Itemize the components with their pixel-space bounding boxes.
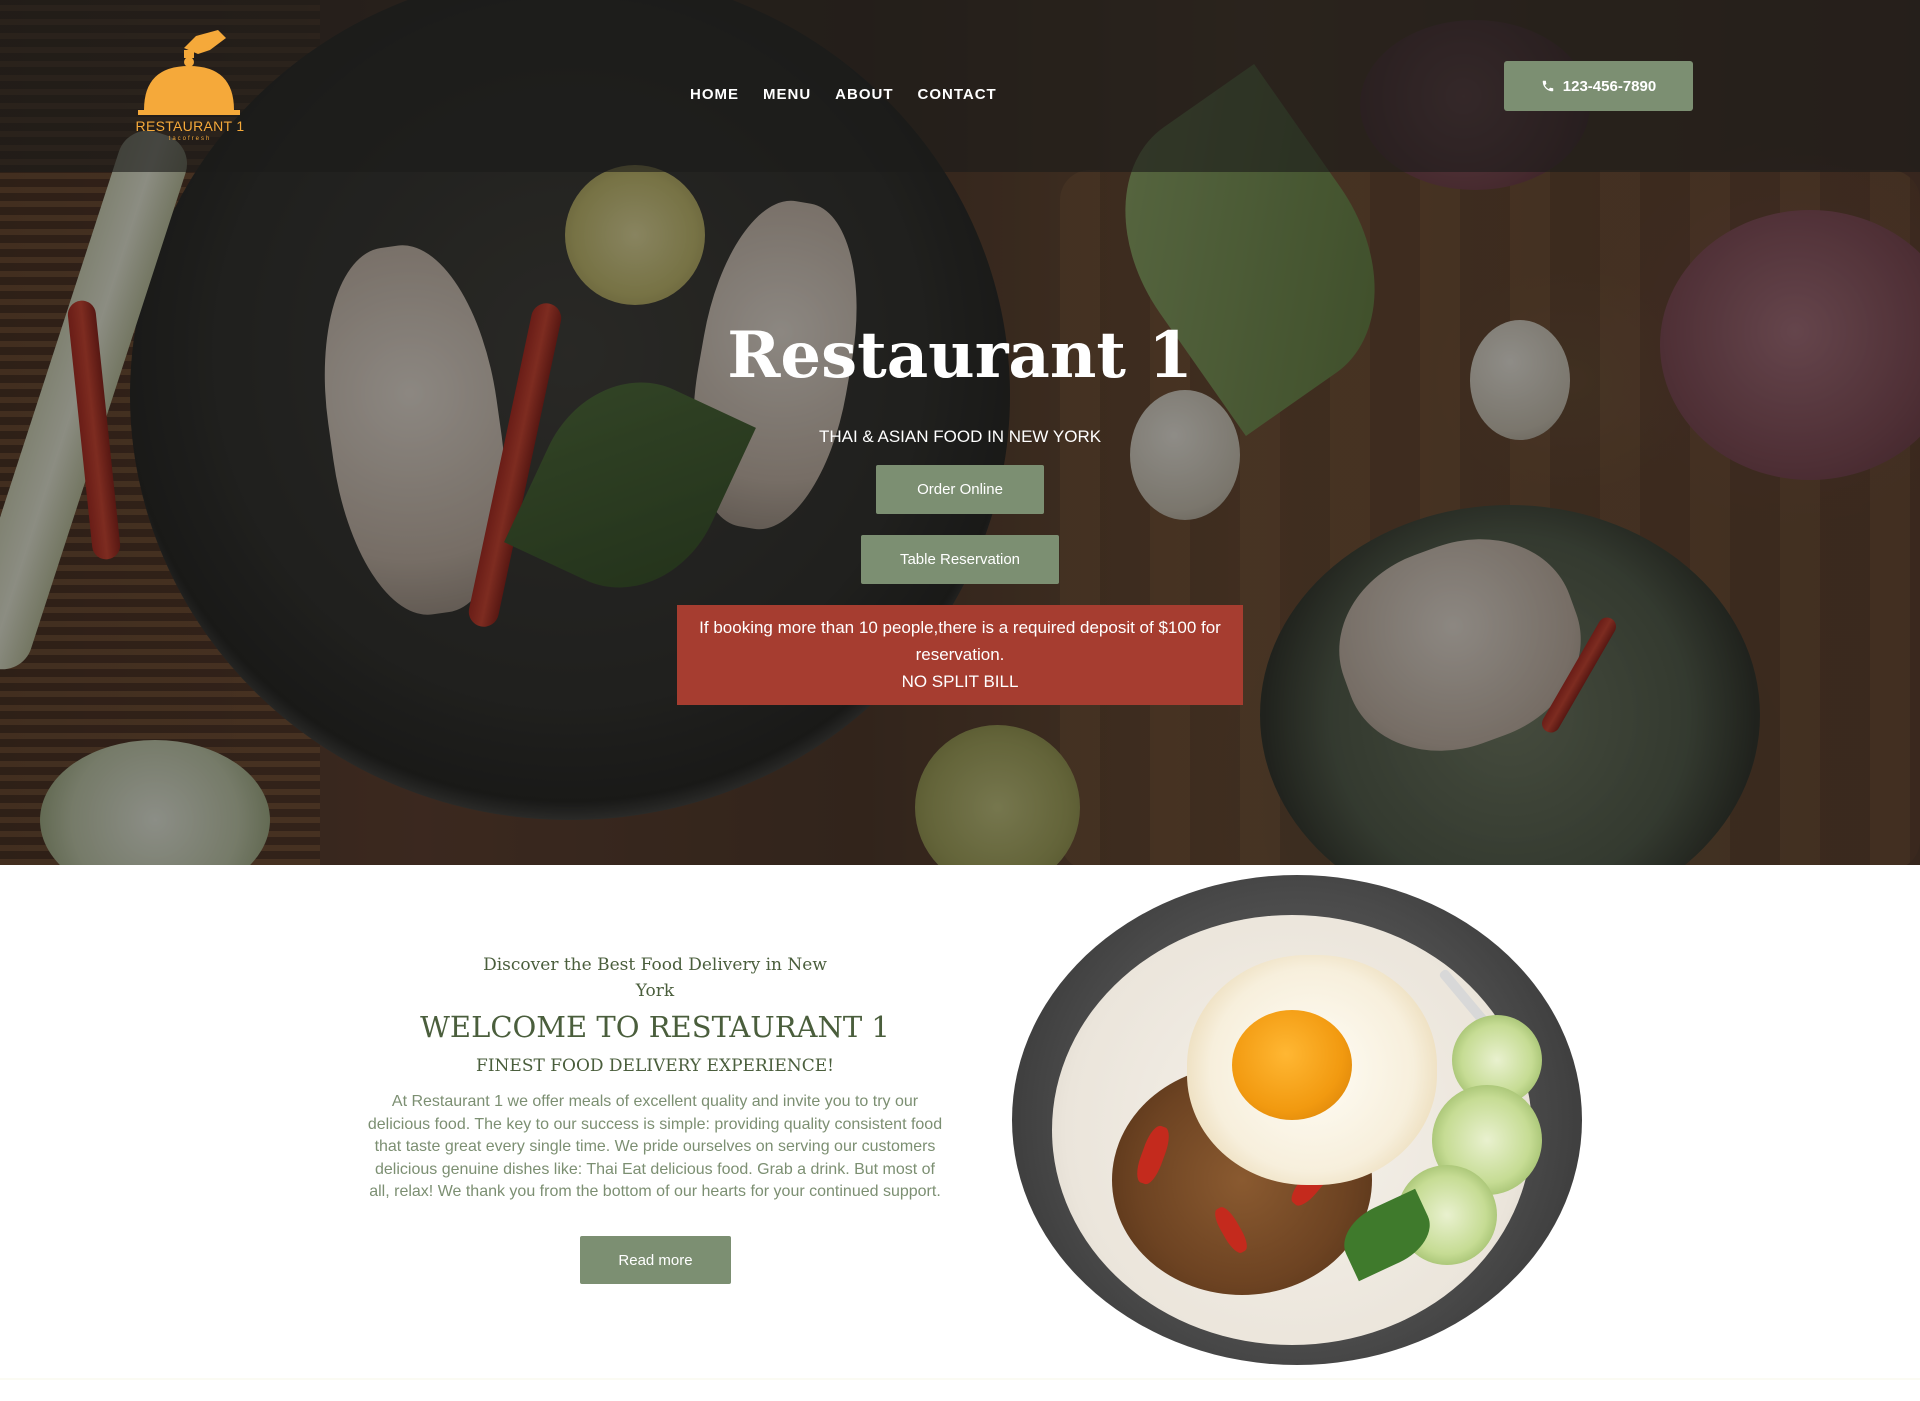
- cloche-icon: [138, 30, 240, 115]
- phone-icon: [1542, 80, 1554, 92]
- site-header: RESTAURANT 1 tacofresh HOME MENU ABOUT C…: [0, 0, 1920, 172]
- nav-home[interactable]: HOME: [690, 86, 739, 103]
- phone-number: 123-456-7890: [1562, 77, 1657, 95]
- hero-subtitle: THAI & ASIAN FOOD IN NEW YORK: [818, 427, 1102, 446]
- basil-pork-dish-image: [1012, 875, 1582, 1365]
- read-more-button[interactable]: Read more: [580, 1236, 731, 1284]
- nav-menu[interactable]: MENU: [763, 86, 811, 103]
- egg-yolk-image: [1232, 1010, 1352, 1120]
- logo[interactable]: RESTAURANT 1 tacofresh: [130, 28, 250, 146]
- main-nav: HOME MENU ABOUT CONTACT: [690, 86, 1021, 103]
- about-paragraph: At Restaurant 1 we offer meals of excell…: [367, 1093, 943, 1200]
- section-divider: [0, 1378, 1920, 1380]
- logo-text: RESTAURANT 1: [135, 118, 245, 134]
- logo-tagline: tacofresh: [168, 136, 212, 142]
- phone-button[interactable]: 123-456-7890: [1504, 61, 1693, 111]
- discover-heading: Discover the Best Food Delivery in New Y…: [483, 955, 827, 1001]
- order-online-button[interactable]: Order Online: [876, 465, 1044, 514]
- notice-text: If booking more than 10 people,there is …: [699, 618, 1221, 664]
- nav-about[interactable]: ABOUT: [835, 86, 893, 103]
- hero-title: Restaurant 1: [727, 318, 1193, 393]
- table-reservation-button[interactable]: Table Reservation: [861, 535, 1059, 584]
- deposit-notice: If booking more than 10 people,there is …: [677, 605, 1243, 705]
- notice-no-split: NO SPLIT BILL: [901, 672, 1019, 691]
- finest-subheading: FINEST FOOD DELIVERY EXPERIENCE!: [476, 1056, 834, 1076]
- nav-contact[interactable]: CONTACT: [918, 86, 997, 103]
- welcome-title: WELCOME TO RESTAURANT 1: [420, 1010, 890, 1044]
